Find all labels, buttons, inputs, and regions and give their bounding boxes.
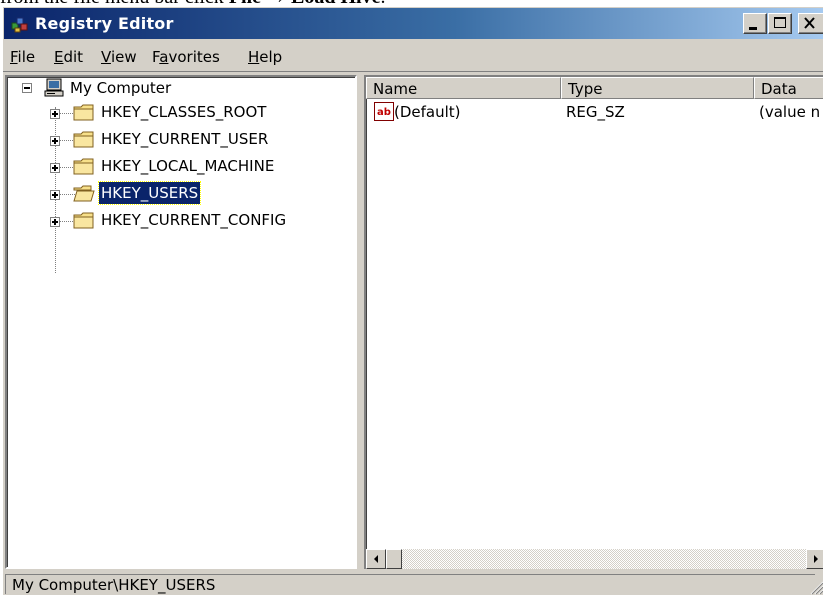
menu-file-label: ile — [17, 48, 36, 66]
tree-item-my-computer[interactable]: My Computer — [7, 77, 347, 103]
window-title: Registry Editor — [35, 14, 174, 33]
tree-item-hkey-users[interactable]: HKEY_USERS — [7, 181, 347, 208]
menu-file-accel: F — [10, 48, 18, 66]
collapse-icon[interactable] — [22, 83, 32, 93]
arrow-right-icon — [814, 555, 818, 563]
column-header-type[interactable]: Type — [561, 77, 754, 99]
tree-item-label: HKEY_CLASSES_ROOT — [101, 103, 267, 121]
tree-item-label: My Computer — [70, 79, 172, 97]
expand-icon[interactable] — [50, 163, 60, 173]
tree-item-label-selected: HKEY_USERS — [97, 181, 202, 205]
maximize-icon — [774, 17, 786, 28]
close-icon — [804, 17, 815, 29]
menu-help-accel: H — [248, 48, 260, 66]
string-value-icon: ab — [374, 102, 394, 121]
list-item[interactable]: ab (Default) REG_SZ (value n — [374, 101, 823, 123]
status-bar: My Computer\HKEY_USERS — [3, 573, 823, 595]
svg-text:ab: ab — [377, 107, 391, 118]
menu-help-label: elp — [259, 48, 283, 66]
folder-icon — [73, 212, 94, 229]
tree-item-hkey-local-machine[interactable]: HKEY_LOCAL_MACHINE — [7, 155, 347, 181]
tree-item-hkey-current-user[interactable]: HKEY_CURRENT_USER — [7, 128, 347, 154]
tree-item-label: HKEY_CURRENT_USER — [101, 130, 269, 148]
status-path: My Computer\HKEY_USERS — [5, 574, 815, 594]
registry-editor-window: Registry Editor File Edit View Favorites… — [2, 6, 823, 595]
menu-favorites-label: vorites — [168, 48, 220, 66]
column-header-data[interactable]: Data — [754, 77, 823, 99]
menu-bar: File Edit View Favorites Help — [3, 41, 823, 72]
scroll-thumb[interactable] — [386, 549, 402, 569]
expand-icon[interactable] — [50, 109, 60, 119]
folder-icon — [73, 131, 94, 148]
close-button[interactable] — [798, 13, 823, 34]
horizontal-scrollbar[interactable] — [366, 549, 823, 569]
menu-help[interactable]: Help — [248, 47, 282, 67]
menu-edit-label: dit — [63, 48, 84, 66]
open-folder-icon — [73, 185, 95, 202]
folder-icon — [73, 104, 94, 121]
column-header-name[interactable]: Name — [366, 77, 561, 99]
minimize-icon — [749, 27, 757, 30]
scroll-left-button[interactable] — [366, 549, 386, 569]
expand-icon[interactable] — [50, 190, 60, 200]
menu-edit[interactable]: Edit — [54, 47, 83, 67]
menu-file[interactable]: File — [10, 47, 35, 67]
computer-icon — [44, 78, 64, 97]
folder-icon — [73, 158, 94, 175]
menu-favorites[interactable]: Favorites — [152, 47, 220, 67]
value-type: REG_SZ — [566, 103, 625, 121]
expand-icon[interactable] — [50, 136, 60, 146]
tree-item-label: HKEY_CURRENT_CONFIG — [101, 211, 287, 229]
menu-view-label: iew — [110, 48, 137, 66]
tree-item-hkey-current-config[interactable]: HKEY_CURRENT_CONFIG — [7, 209, 347, 235]
expand-icon[interactable] — [50, 217, 60, 227]
scroll-right-button[interactable] — [806, 549, 823, 569]
title-bar[interactable]: Registry Editor — [4, 8, 823, 39]
arrow-left-icon — [374, 555, 378, 563]
values-list-pane[interactable]: Name Type Data ab (Default) REG_SZ (valu… — [364, 75, 823, 569]
tree-item-hkey-classes-root[interactable]: HKEY_CLASSES_ROOT — [7, 101, 347, 127]
registry-tree-pane[interactable]: My Computer HKEY_CLASSES_ROOT HKEY_CURRE… — [5, 75, 357, 569]
maximize-button[interactable] — [768, 13, 792, 34]
menu-view[interactable]: View — [101, 47, 137, 67]
resize-grip-icon[interactable] — [808, 579, 823, 595]
value-data: (value n — [759, 103, 821, 121]
minimize-button[interactable] — [743, 13, 767, 34]
registry-editor-icon — [11, 17, 28, 33]
menu-view-accel: V — [101, 48, 111, 66]
value-name: (Default) — [394, 103, 461, 121]
tree-item-label: HKEY_LOCAL_MACHINE — [101, 157, 275, 175]
